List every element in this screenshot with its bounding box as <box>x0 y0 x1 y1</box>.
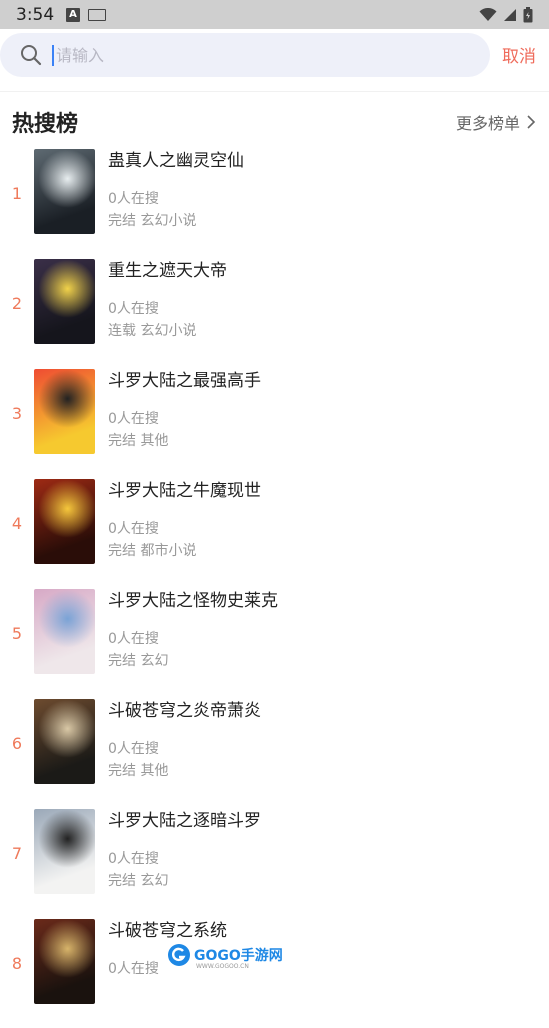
book-cover <box>34 699 95 784</box>
book-meta: 完结 玄幻 <box>108 873 169 889</box>
list-item[interactable]: 1 蛊真人之幽灵空仙 0人在搜 完结 玄幻小说 <box>0 148 549 258</box>
book-heat: 0人在搜 <box>108 851 159 867</box>
divider <box>0 91 549 92</box>
list-item[interactable]: 5 斗罗大陆之怪物史莱克 0人在搜 完结 玄幻 <box>0 588 549 698</box>
rank-number: 2 <box>11 294 23 313</box>
watermark: GOGO手游网 WWW.GOGOO.CN <box>168 944 283 970</box>
rank-number: 1 <box>11 184 23 203</box>
list-item[interactable]: 4 斗罗大陆之牛魔现世 0人在搜 完结 都市小说 <box>0 478 549 588</box>
book-title: 斗罗大陆之最强高手 <box>108 371 261 391</box>
book-meta: 完结 都市小说 <box>108 543 197 559</box>
list-item[interactable]: 2 重生之遮天大帝 0人在搜 连载 玄幻小说 <box>0 258 549 368</box>
book-title: 蛊真人之幽灵空仙 <box>108 151 244 171</box>
book-meta: 连载 玄幻小说 <box>108 323 197 339</box>
rank-number: 6 <box>11 734 23 753</box>
book-cover <box>34 259 95 344</box>
book-meta: 完结 玄幻 <box>108 653 169 669</box>
cancel-button[interactable]: 取消 <box>502 42 536 67</box>
status-bar: 3:54 A <box>0 0 549 29</box>
book-heat: 0人在搜 <box>108 411 159 427</box>
a-icon: A <box>66 7 80 22</box>
chevron-right-icon <box>527 115 536 129</box>
book-title: 重生之遮天大帝 <box>108 261 227 281</box>
list-item[interactable]: 7 斗罗大陆之逐暗斗罗 0人在搜 完结 玄幻 <box>0 808 549 918</box>
book-cover <box>34 479 95 564</box>
status-time: 3:54 <box>16 4 55 25</box>
book-meta: 完结 玄幻小说 <box>108 213 197 229</box>
book-heat: 0人在搜 <box>108 521 159 537</box>
signal-icon <box>504 8 516 21</box>
keyboard-icon <box>88 8 106 21</box>
book-title: 斗罗大陆之牛魔现世 <box>108 481 261 501</box>
watermark-text: GOGO手游网 <box>194 948 283 964</box>
hot-search-list: 1 蛊真人之幽灵空仙 0人在搜 完结 玄幻小说 2 重生之遮天大帝 0人在搜 连… <box>0 148 549 1028</box>
rank-number: 7 <box>11 844 23 863</box>
book-cover <box>34 149 95 234</box>
section-title: 热搜榜 <box>12 112 79 137</box>
book-cover <box>34 809 95 894</box>
search-box[interactable] <box>0 33 490 77</box>
more-rankings-link[interactable]: 更多榜单 <box>456 110 536 134</box>
more-rankings-label: 更多榜单 <box>455 114 520 133</box>
list-item[interactable]: 3 斗罗大陆之最强高手 0人在搜 完结 其他 <box>0 368 549 478</box>
battery-icon <box>523 6 533 22</box>
list-item[interactable]: 8 斗破苍穹之系统 0人在搜 <box>0 918 549 1028</box>
book-cover <box>34 589 95 674</box>
book-heat: 0人在搜 <box>108 631 159 647</box>
book-heat: 0人在搜 <box>108 741 159 757</box>
book-title: 斗罗大陆之逐暗斗罗 <box>108 811 261 831</box>
book-meta: 完结 其他 <box>108 433 169 449</box>
list-item[interactable]: 6 斗破苍穹之炎帝萧炎 0人在搜 完结 其他 <box>0 698 549 808</box>
search-icon <box>21 45 42 66</box>
search-bar: 取消 <box>0 29 549 91</box>
search-input[interactable] <box>52 44 438 66</box>
rank-number: 8 <box>11 954 23 973</box>
rank-number: 4 <box>11 514 23 533</box>
book-heat: 0人在搜 <box>108 301 159 317</box>
rank-number: 3 <box>11 404 23 423</box>
book-title: 斗罗大陆之怪物史莱克 <box>108 591 278 611</box>
rank-number: 5 <box>11 624 23 643</box>
book-cover <box>34 369 95 454</box>
book-heat: 0人在搜 <box>108 191 159 207</box>
book-cover <box>34 919 95 1004</box>
book-meta: 完结 其他 <box>108 763 169 779</box>
book-title: 斗破苍穹之系统 <box>108 921 227 941</box>
wifi-icon <box>479 7 497 21</box>
book-title: 斗破苍穹之炎帝萧炎 <box>108 701 261 721</box>
watermark-url: WWW.GOGOO.CN <box>196 963 249 970</box>
gogo-logo-icon <box>168 944 190 966</box>
